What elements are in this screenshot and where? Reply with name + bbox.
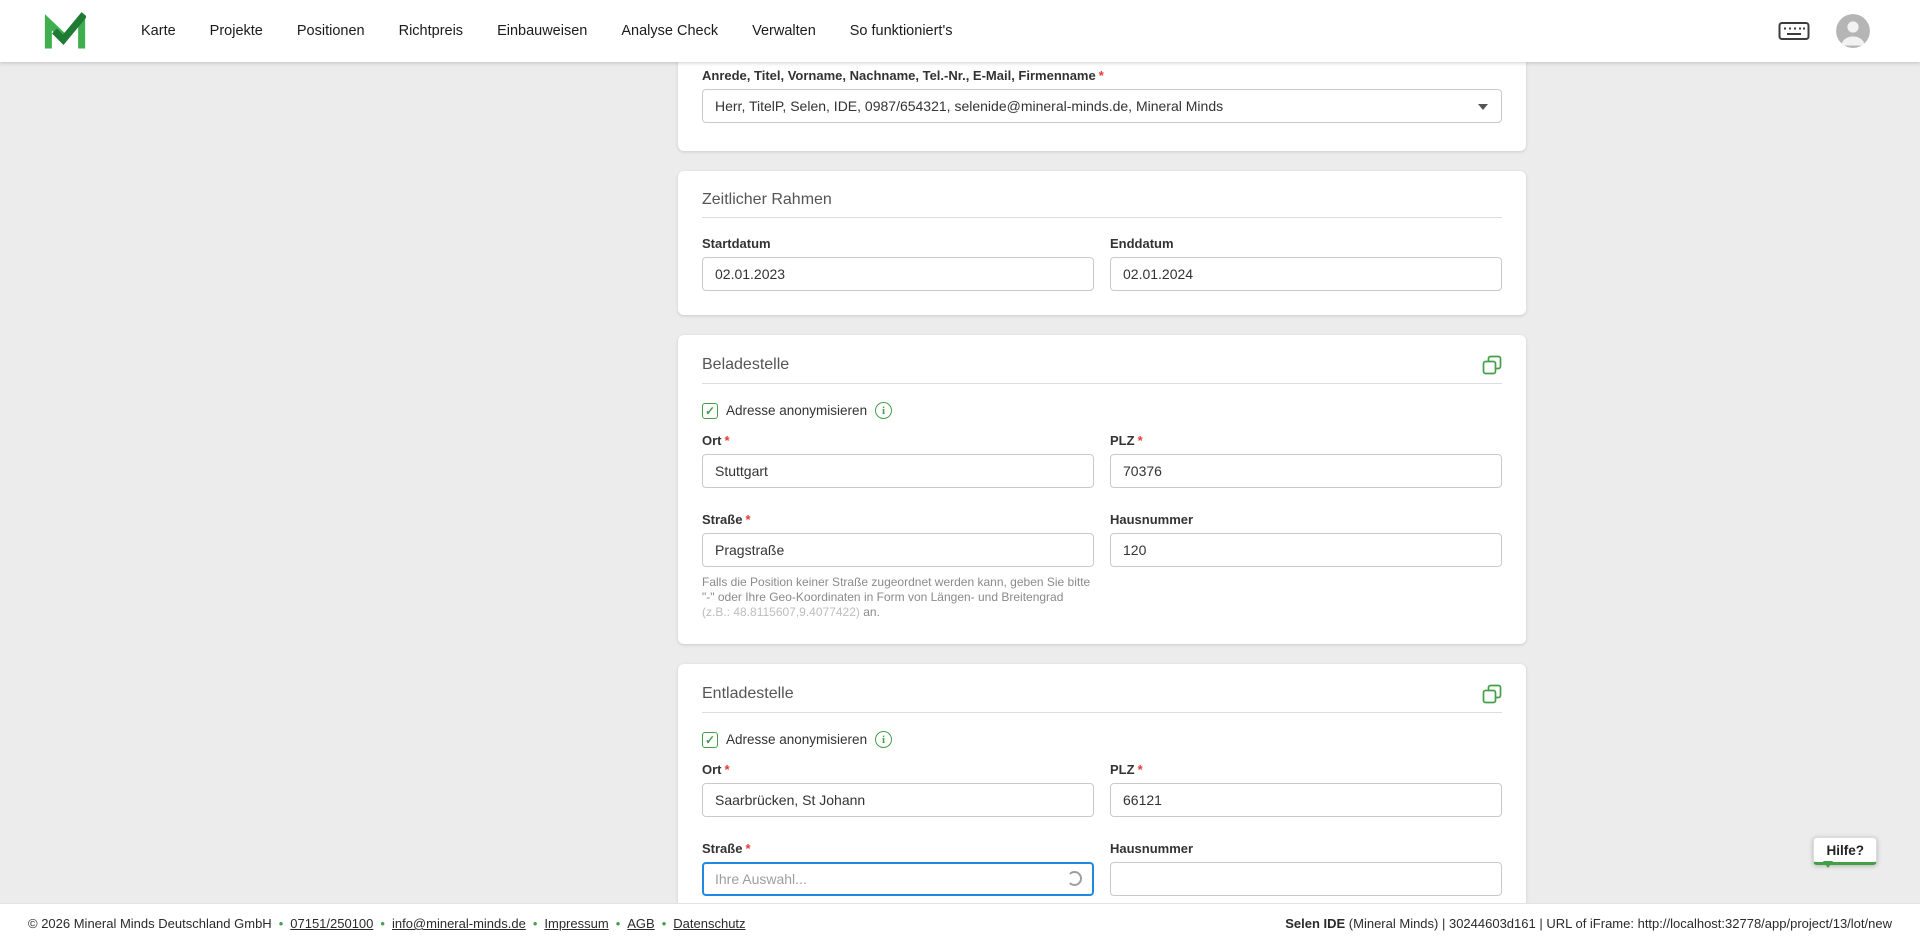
entlade-hausnummer-field: Hausnummer — [1110, 841, 1502, 896]
required-mark: * — [725, 433, 730, 448]
enddatum-field: Enddatum — [1110, 236, 1502, 291]
enddatum-input[interactable] — [1110, 257, 1502, 291]
entlade-hausnummer-label: Hausnummer — [1110, 841, 1502, 856]
required-mark: * — [1099, 68, 1104, 83]
entlade-ort-label: Ort* — [702, 762, 1094, 777]
section-title-zeitlicher-rahmen: Zeitlicher Rahmen — [702, 191, 832, 209]
belade-hausnummer-input[interactable] — [1110, 533, 1502, 567]
anonymize-label: Adresse anonymisieren — [726, 732, 867, 747]
anonymize-row: ✓ Adresse anonymisieren i — [702, 402, 1502, 419]
session-user: Selen IDE — [1285, 916, 1345, 931]
zeitlicher-rahmen-card: Zeitlicher Rahmen Startdatum Enddatum — [678, 171, 1526, 315]
keyboard-icon[interactable] — [1778, 19, 1810, 43]
required-mark: * — [725, 762, 730, 777]
anonymize-label: Adresse anonymisieren — [726, 403, 867, 418]
page-footer: © 2026 Mineral Minds Deutschland GmbH • … — [0, 903, 1920, 943]
bullet-separator: • — [533, 916, 538, 931]
topbar-right-controls — [1778, 14, 1870, 48]
debug-session-info: Selen IDE (Mineral Minds) | 30244603d161… — [1285, 916, 1892, 931]
entlade-plz-input[interactable] — [1110, 783, 1502, 817]
startdatum-input[interactable] — [702, 257, 1094, 291]
copy-icon[interactable] — [1482, 684, 1502, 704]
contact-select-value: Herr, TitelP, Selen, IDE, 0987/654321, s… — [715, 98, 1223, 114]
nav-item-projekte[interactable]: Projekte — [210, 23, 263, 39]
footer-link-datenschutz[interactable]: Datenschutz — [673, 916, 745, 931]
entlade-plz-field: PLZ* — [1110, 762, 1502, 817]
main-content: Anrede, Titel, Vorname, Nachname, Tel.-N… — [0, 62, 1920, 903]
belade-hausnummer-field: Hausnummer — [1110, 512, 1502, 620]
entlade-strasse-input[interactable] — [702, 862, 1094, 896]
geo-coords-example: (z.B.: 48.8115607,9.4077422) — [702, 605, 860, 619]
bullet-separator: • — [616, 916, 621, 931]
session-details: (Mineral Minds) | 30244603d161 | URL of … — [1345, 916, 1892, 931]
belade-strasse-input[interactable] — [702, 533, 1094, 567]
chevron-down-icon — [1478, 104, 1488, 110]
belade-plz-label: PLZ* — [1110, 433, 1502, 448]
info-icon[interactable]: i — [875, 402, 892, 419]
bullet-separator: • — [662, 916, 667, 931]
section-title-beladestelle: Beladestelle — [702, 356, 789, 374]
footer-link-agb[interactable]: AGB — [627, 916, 654, 931]
footer-left: © 2026 Mineral Minds Deutschland GmbH • … — [28, 916, 746, 931]
required-mark: * — [1138, 433, 1143, 448]
mineral-minds-logo[interactable] — [44, 11, 86, 51]
anonymize-checkbox[interactable]: ✓ — [702, 732, 718, 748]
strasse-help-text: Falls die Position keiner Straße zugeord… — [702, 575, 1094, 620]
beladestelle-card: Beladestelle ✓ Adresse anonymisieren i O… — [678, 335, 1526, 644]
belade-strasse-field: Straße* Falls die Position keiner Straße… — [702, 512, 1094, 620]
belade-hausnummer-label: Hausnummer — [1110, 512, 1502, 527]
belade-ort-field: Ort* — [702, 433, 1094, 488]
nav-item-verwalten[interactable]: Verwalten — [752, 23, 816, 39]
user-avatar[interactable] — [1836, 14, 1870, 48]
entlade-plz-label: PLZ* — [1110, 762, 1502, 777]
enddatum-label: Enddatum — [1110, 236, 1502, 251]
nav-item-so-funktionierts[interactable]: So funktioniert's — [850, 23, 953, 39]
nav-item-karte[interactable]: Karte — [141, 23, 176, 39]
nav-item-positionen[interactable]: Positionen — [297, 23, 365, 39]
main-nav: Karte Projekte Positionen Richtpreis Ein… — [141, 23, 952, 39]
info-icon[interactable]: i — [875, 731, 892, 748]
belade-plz-field: PLZ* — [1110, 433, 1502, 488]
belade-plz-input[interactable] — [1110, 454, 1502, 488]
logo-icon — [44, 11, 86, 51]
entlade-ort-field: Ort* — [702, 762, 1094, 817]
startdatum-field: Startdatum — [702, 236, 1094, 291]
required-mark: * — [1138, 762, 1143, 777]
entlade-strasse-field: Straße* — [702, 841, 1094, 896]
footer-link-email[interactable]: info@mineral-minds.de — [392, 916, 526, 931]
nav-item-analyse-check[interactable]: Analyse Check — [621, 23, 718, 39]
belade-strasse-label: Straße* — [702, 512, 1094, 527]
nav-item-richtpreis[interactable]: Richtpreis — [399, 23, 463, 39]
divider — [702, 383, 1502, 384]
copy-icon[interactable] — [1482, 355, 1502, 375]
entladestelle-card: Entladestelle ✓ Adresse anonymisieren i … — [678, 664, 1526, 903]
person-icon — [1836, 14, 1870, 48]
help-button[interactable]: Hilfe? — [1813, 837, 1877, 865]
divider — [702, 217, 1502, 218]
nav-item-einbauweisen[interactable]: Einbauweisen — [497, 23, 587, 39]
contact-field-label: Anrede, Titel, Vorname, Nachname, Tel.-N… — [702, 68, 1502, 83]
required-mark: * — [745, 841, 750, 856]
belade-ort-input[interactable] — [702, 454, 1094, 488]
contact-label-text: Anrede, Titel, Vorname, Nachname, Tel.-N… — [702, 68, 1096, 83]
entlade-strasse-label: Straße* — [702, 841, 1094, 856]
copyright-text: © 2026 Mineral Minds Deutschland GmbH — [28, 916, 272, 931]
anonymize-row: ✓ Adresse anonymisieren i — [702, 731, 1502, 748]
footer-link-impressum[interactable]: Impressum — [544, 916, 608, 931]
belade-ort-label: Ort* — [702, 433, 1094, 448]
entlade-hausnummer-input[interactable] — [1110, 862, 1502, 896]
top-navigation-bar: Karte Projekte Positionen Richtpreis Ein… — [0, 0, 1920, 62]
footer-link-phone[interactable]: 07151/250100 — [290, 916, 373, 931]
entlade-ort-input[interactable] — [702, 783, 1094, 817]
required-mark: * — [745, 512, 750, 527]
bullet-separator: • — [380, 916, 385, 931]
contact-card: Anrede, Titel, Vorname, Nachname, Tel.-N… — [678, 62, 1526, 151]
divider — [702, 712, 1502, 713]
loading-spinner-icon — [1067, 871, 1082, 886]
startdatum-label: Startdatum — [702, 236, 1094, 251]
contact-select[interactable]: Herr, TitelP, Selen, IDE, 0987/654321, s… — [702, 89, 1502, 123]
bullet-separator: • — [279, 916, 284, 931]
anonymize-checkbox[interactable]: ✓ — [702, 403, 718, 419]
section-title-entladestelle: Entladestelle — [702, 685, 794, 703]
